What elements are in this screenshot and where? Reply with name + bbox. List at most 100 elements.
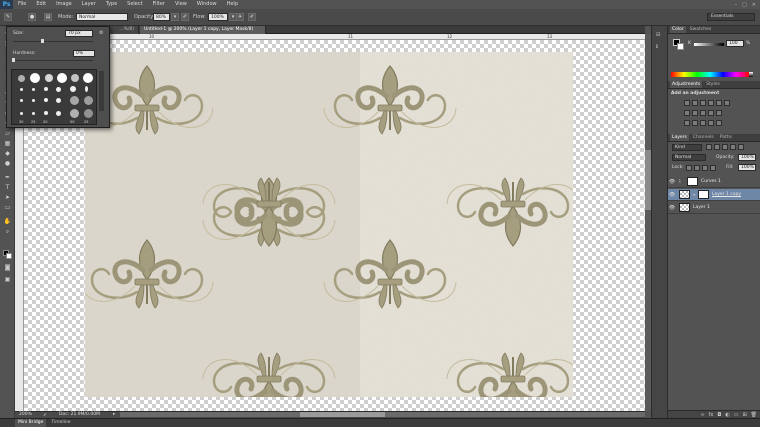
brush-tip[interactable] bbox=[20, 88, 23, 91]
lock-all-icon[interactable] bbox=[710, 165, 716, 171]
menu-edit[interactable]: Edit bbox=[31, 0, 51, 9]
brush-tip[interactable] bbox=[56, 111, 61, 116]
brush-tip[interactable] bbox=[57, 73, 67, 83]
brush-tip[interactable] bbox=[70, 86, 76, 92]
chain-icon[interactable]: ∞ bbox=[690, 192, 698, 197]
opacity-field[interactable]: 80% bbox=[153, 13, 170, 21]
layer-name[interactable]: Layer 1 copy bbox=[712, 192, 741, 197]
workspace-select[interactable]: Essentials bbox=[707, 13, 755, 21]
tab-mini-bridge[interactable]: Mini Bridge bbox=[15, 419, 47, 427]
blend-mode-select[interactable]: Normal bbox=[672, 154, 706, 161]
brush-tip[interactable] bbox=[32, 88, 35, 91]
layer-row-curves[interactable]: 👁 ⌇ Curves 1 bbox=[668, 176, 760, 188]
brush-tip[interactable] bbox=[84, 109, 93, 118]
black-white-icon[interactable] bbox=[692, 110, 698, 116]
brush-tip[interactable] bbox=[20, 99, 23, 102]
brightness-contrast-icon[interactable] bbox=[684, 100, 690, 106]
eye-icon[interactable]: 👁 bbox=[668, 192, 676, 198]
wallpaper-image[interactable] bbox=[85, 52, 573, 397]
brush-tip[interactable] bbox=[85, 86, 88, 92]
brush-tip[interactable] bbox=[84, 96, 93, 105]
tab-adjustments[interactable]: Adjustments bbox=[670, 81, 703, 88]
brush-tip[interactable] bbox=[30, 73, 40, 83]
tab-channels[interactable]: Channels bbox=[691, 134, 716, 141]
curves-icon[interactable] bbox=[700, 100, 706, 106]
layer-row-layer-1-copy[interactable]: 👁 ∞ Layer 1 copy bbox=[668, 189, 760, 201]
eraser-icon[interactable]: ▱ bbox=[3, 130, 12, 138]
color-spectrum-ramp[interactable] bbox=[671, 72, 749, 77]
brush-tip[interactable] bbox=[70, 109, 79, 118]
layer-kind-filter[interactable]: Kind bbox=[672, 144, 702, 151]
menu-image[interactable]: Image bbox=[51, 0, 77, 9]
pressure-opacity-icon[interactable]: ✐ bbox=[181, 13, 189, 21]
threshold-icon[interactable] bbox=[700, 120, 706, 126]
menu-window[interactable]: Window bbox=[192, 0, 222, 9]
selective-color-icon[interactable] bbox=[708, 120, 714, 126]
blur-icon[interactable]: ◆ bbox=[3, 150, 12, 158]
eye-icon[interactable]: 👁 bbox=[668, 179, 676, 185]
brush-tip-grid[interactable]: 30 25 20 50 25 bbox=[11, 69, 97, 125]
lock-pixels-icon[interactable] bbox=[694, 165, 700, 171]
brush-tip[interactable] bbox=[83, 73, 93, 83]
size-field[interactable]: 70 px bbox=[65, 30, 93, 37]
eye-icon[interactable]: 👁 bbox=[668, 205, 676, 211]
brush-tip[interactable] bbox=[56, 98, 61, 103]
trash-icon[interactable]: 🗑 bbox=[751, 411, 757, 418]
exposure-icon[interactable] bbox=[708, 100, 714, 106]
tab-styles[interactable]: Styles bbox=[704, 81, 722, 88]
new-layer-icon[interactable]: ⊞ bbox=[742, 411, 746, 418]
dodge-icon[interactable]: ● bbox=[3, 160, 12, 168]
tab-color[interactable]: Color bbox=[670, 26, 686, 33]
channel-mixer-icon[interactable] bbox=[708, 110, 714, 116]
color-lookup-icon[interactable] bbox=[716, 110, 722, 116]
color-background-swatch[interactable] bbox=[677, 43, 684, 50]
hue-saturation-icon[interactable] bbox=[724, 100, 730, 106]
brush-preset-picker-icon[interactable]: ● bbox=[28, 13, 36, 21]
brush-tip[interactable] bbox=[32, 112, 35, 115]
add-mask-icon[interactable]: ◘ bbox=[717, 411, 721, 418]
hardness-field[interactable]: 0% bbox=[73, 50, 95, 57]
menu-view[interactable]: View bbox=[170, 0, 192, 9]
bw-ramp[interactable] bbox=[749, 72, 753, 77]
shape-icon[interactable]: ▭ bbox=[3, 204, 12, 212]
layer-thumbnail[interactable] bbox=[679, 203, 690, 212]
invert-icon[interactable] bbox=[684, 120, 690, 126]
menu-layer[interactable]: Layer bbox=[77, 0, 101, 9]
quick-mask-icon[interactable]: ◙ bbox=[3, 264, 12, 272]
document-tab-active[interactable]: Untitled-1 @ 200% (Layer 1 copy, Layer M… bbox=[140, 26, 266, 34]
brush-tip[interactable] bbox=[18, 75, 25, 82]
new-adjustment-icon[interactable]: ◐ bbox=[725, 411, 729, 418]
hardness-slider[interactable] bbox=[13, 60, 93, 61]
color-slider-value[interactable]: 100 bbox=[726, 40, 744, 47]
brush-tip[interactable] bbox=[71, 74, 79, 82]
posterize-icon[interactable] bbox=[692, 120, 698, 126]
brush-tip[interactable] bbox=[20, 112, 23, 115]
minimize-icon[interactable]: – bbox=[735, 2, 738, 8]
layer-thumbnail[interactable] bbox=[679, 190, 690, 199]
filter-shape-icon[interactable] bbox=[730, 144, 736, 150]
properties-panel-icon[interactable]: ℹ bbox=[656, 44, 664, 51]
gear-icon[interactable]: ⚙ bbox=[99, 30, 106, 37]
lock-position-icon[interactable] bbox=[702, 165, 708, 171]
type-icon[interactable]: T bbox=[3, 184, 12, 192]
opacity-dropdown-icon[interactable]: ▾ bbox=[171, 13, 179, 21]
filter-adjustment-icon[interactable] bbox=[714, 144, 720, 150]
menu-type[interactable]: Type bbox=[101, 0, 122, 9]
path-select-icon[interactable]: ➤ bbox=[3, 194, 12, 202]
filter-pixel-icon[interactable] bbox=[706, 144, 712, 150]
fx-icon[interactable]: fx bbox=[709, 411, 714, 418]
brush-icon[interactable]: ✎ bbox=[4, 13, 12, 21]
menu-select[interactable]: Select bbox=[122, 0, 147, 9]
menu-filter[interactable]: Filter bbox=[148, 0, 170, 9]
maximize-icon[interactable]: □ bbox=[742, 2, 747, 8]
color-slider[interactable] bbox=[694, 43, 724, 46]
brush-tip[interactable] bbox=[44, 87, 48, 91]
brush-tip[interactable] bbox=[44, 98, 48, 102]
screen-mode-icon[interactable]: ▣ bbox=[3, 276, 12, 284]
brush-tip[interactable] bbox=[44, 111, 48, 115]
tab-paths[interactable]: Paths bbox=[718, 134, 734, 141]
fill-field[interactable]: 100% bbox=[738, 164, 756, 171]
link-layers-icon[interactable]: ∞ bbox=[700, 411, 704, 418]
background-color-swatch[interactable] bbox=[6, 253, 12, 259]
color-balance-icon[interactable] bbox=[684, 110, 690, 116]
